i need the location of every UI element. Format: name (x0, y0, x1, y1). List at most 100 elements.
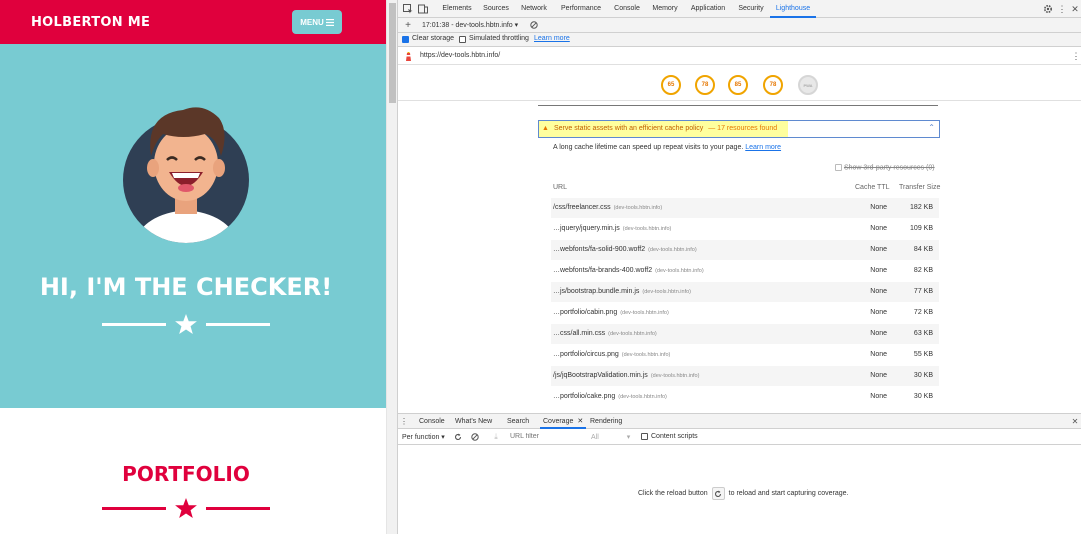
table-row: …portfolio/cake.png (dev-tools.hbtn.info)… (553, 393, 933, 400)
close-tab-icon[interactable]: ✕ (577, 418, 583, 425)
tab-network[interactable]: Network (518, 0, 550, 18)
tab-memory[interactable]: Memory (650, 0, 680, 18)
star-icon (175, 314, 197, 334)
score-gauge[interactable]: 78 (695, 75, 715, 95)
lighthouse-toolbar: + 17:01:38 - dev-tools.hbtn.info ▾ (398, 18, 1081, 33)
drawer-menu-icon[interactable]: ⋮ (400, 416, 408, 427)
divider-line-left (102, 323, 166, 326)
website-preview: HOLBERTON ME MENU HI, I'M THE CHECKER! P… (0, 0, 386, 534)
audit-description: A long cache lifetime can speed up repea… (553, 144, 782, 151)
portfolio-star-divider (102, 498, 270, 518)
hero-star-divider (102, 314, 270, 334)
score-gauges: 65 78 85 78 PWA (398, 65, 1081, 101)
table-row: …css/all.min.css (dev-tools.hbtn.info) No… (551, 324, 939, 344)
settings-gear-icon[interactable] (1042, 3, 1054, 15)
reload-icon[interactable] (453, 432, 463, 442)
clear-storage-label: Clear storage (412, 35, 455, 42)
devtools-panel: Elements Sources Network Performance Con… (397, 0, 1081, 534)
audit-cache-policy-header[interactable]: ▲ Serve static assets with an efficient … (538, 120, 940, 138)
device-toolbar-icon[interactable] (417, 3, 429, 15)
divider-line-left (102, 507, 166, 510)
content-scripts-checkbox[interactable] (641, 433, 648, 440)
drawer-tab-search[interactable]: Search (507, 414, 529, 429)
inspect-element-icon[interactable] (402, 3, 414, 15)
pwa-badge[interactable]: PWA (798, 75, 818, 95)
score-gauge[interactable]: 65 (661, 75, 681, 95)
coverage-toolbar: Per function ▾ ⤓ All▾ Content scripts (398, 429, 1081, 445)
page-scrollbar[interactable] (386, 0, 397, 534)
hero-title: HI, I'M THE CHECKER! (39, 273, 333, 301)
show-3p-checkbox[interactable] (835, 164, 842, 171)
per-function-select[interactable]: Per function ▾ (402, 433, 445, 441)
close-drawer-icon[interactable]: ✕ (1070, 416, 1080, 427)
simulated-throttling-checkbox[interactable] (459, 36, 466, 43)
tab-performance[interactable]: Performance (558, 0, 604, 18)
url-column-header: URL (553, 184, 568, 191)
divider-line-right (206, 323, 270, 326)
chevron-up-icon[interactable]: ⌃ (928, 123, 935, 132)
drawer-tab-rendering[interactable]: Rendering (590, 414, 622, 429)
devtools-tabbar: Elements Sources Network Performance Con… (398, 0, 1081, 18)
hero-section: HI, I'M THE CHECKER! (0, 44, 386, 408)
audit-title: ▲ Serve static assets with an efficient … (539, 121, 788, 137)
tab-lighthouse[interactable]: Lighthouse (770, 0, 816, 18)
clear-reports-icon[interactable] (529, 20, 539, 30)
divider-line-right (206, 507, 270, 510)
report-url-bar: https://dev-tools.hbtn.info/ ⋮ (398, 47, 1081, 65)
warning-icon: ▲ (542, 125, 549, 132)
clear-storage-checkbox[interactable] (402, 36, 409, 43)
content-scripts-label: Content scripts (651, 433, 698, 440)
tab-sources[interactable]: Sources (481, 0, 511, 18)
score-gauge[interactable]: 85 (728, 75, 748, 95)
simulated-throttling-label: Simulated throttling (469, 35, 529, 42)
tab-security[interactable]: Security (736, 0, 766, 18)
table-row: …js/bootstrap.bundle.min.js (dev-tools.hb… (551, 282, 939, 302)
show-3p-toggle[interactable]: Show 3rd-party resources (0) (835, 164, 935, 171)
lighthouse-options-bar: Clear storage Simulated throttling Learn… (398, 33, 1081, 47)
portfolio-title: PORTFOLIO (122, 462, 250, 486)
table-row: …jquery/jquery.min.js (dev-tools.hbtn.inf… (553, 225, 933, 232)
report-menu-icon[interactable]: ⋮ (1072, 50, 1081, 62)
audit-learn-more-link[interactable]: Learn more (745, 144, 781, 151)
table-row: …webfonts/fa-brands-400.woff2 (dev-tools.… (553, 267, 933, 274)
table-row: /js/jqBootstrapValidation.min.js (dev-too… (551, 366, 939, 386)
drawer-tab-coverage[interactable]: Coverage ✕ (540, 414, 587, 429)
avatar (123, 107, 249, 243)
url-filter-input[interactable] (510, 431, 580, 442)
navbar: HOLBERTON ME MENU (0, 0, 386, 44)
hamburger-icon (325, 18, 334, 26)
drawer-tab-console[interactable]: Console (419, 414, 445, 429)
menu-label: MENU (300, 17, 324, 27)
brand-logo[interactable]: HOLBERTON ME (31, 15, 150, 30)
cache-ttl-column-header: Cache TTL (855, 184, 890, 191)
drawer-tabbar: ⋮ Console What's New Search Coverage ✕ R… (398, 413, 1081, 429)
score-gauge[interactable]: 78 (763, 75, 783, 95)
close-devtools-icon[interactable]: ✕ (1070, 3, 1080, 15)
table-row: …portfolio/circus.png (dev-tools.hbtn.inf… (553, 351, 933, 358)
throttling-learn-more-link[interactable]: Learn more (534, 35, 570, 42)
export-download-icon[interactable]: ⤓ (491, 432, 501, 442)
audit-count: — 17 resources found (708, 125, 778, 132)
table-row: /css/freelancer.css (dev-tools.hbtn.info)… (551, 198, 939, 218)
table-row: …portfolio/cabin.png (dev-tools.hbtn.info… (553, 309, 933, 316)
type-select[interactable]: All ▾ (591, 433, 630, 441)
lighthouse-logo-icon (404, 51, 412, 61)
reload-icon (715, 490, 722, 497)
tab-application[interactable]: Application (688, 0, 728, 18)
page-scrollbar-thumb[interactable] (389, 3, 396, 103)
coverage-empty-message: Click the reload button to reload and st… (638, 487, 849, 500)
report-selector[interactable]: 17:01:38 - dev-tools.hbtn.info ▾ (422, 21, 518, 29)
new-report-plus-icon[interactable]: + (403, 19, 413, 31)
transfer-size-column-header: Transfer Size (899, 184, 941, 191)
menu-button[interactable]: MENU (292, 10, 342, 34)
tab-console[interactable]: Console (612, 0, 642, 18)
star-icon (175, 498, 197, 518)
previous-audit-row (538, 101, 938, 106)
report-url[interactable]: https://dev-tools.hbtn.info/ (420, 52, 500, 59)
more-options-icon[interactable]: ⋮ (1058, 3, 1067, 15)
table-row: …webfonts/fa-solid-900.woff2 (dev-tools.h… (551, 240, 939, 260)
drawer-tab-whats-new[interactable]: What's New (455, 414, 492, 429)
clear-coverage-icon[interactable] (470, 432, 480, 442)
reload-button[interactable] (711, 487, 725, 500)
tab-elements[interactable]: Elements (440, 0, 474, 18)
